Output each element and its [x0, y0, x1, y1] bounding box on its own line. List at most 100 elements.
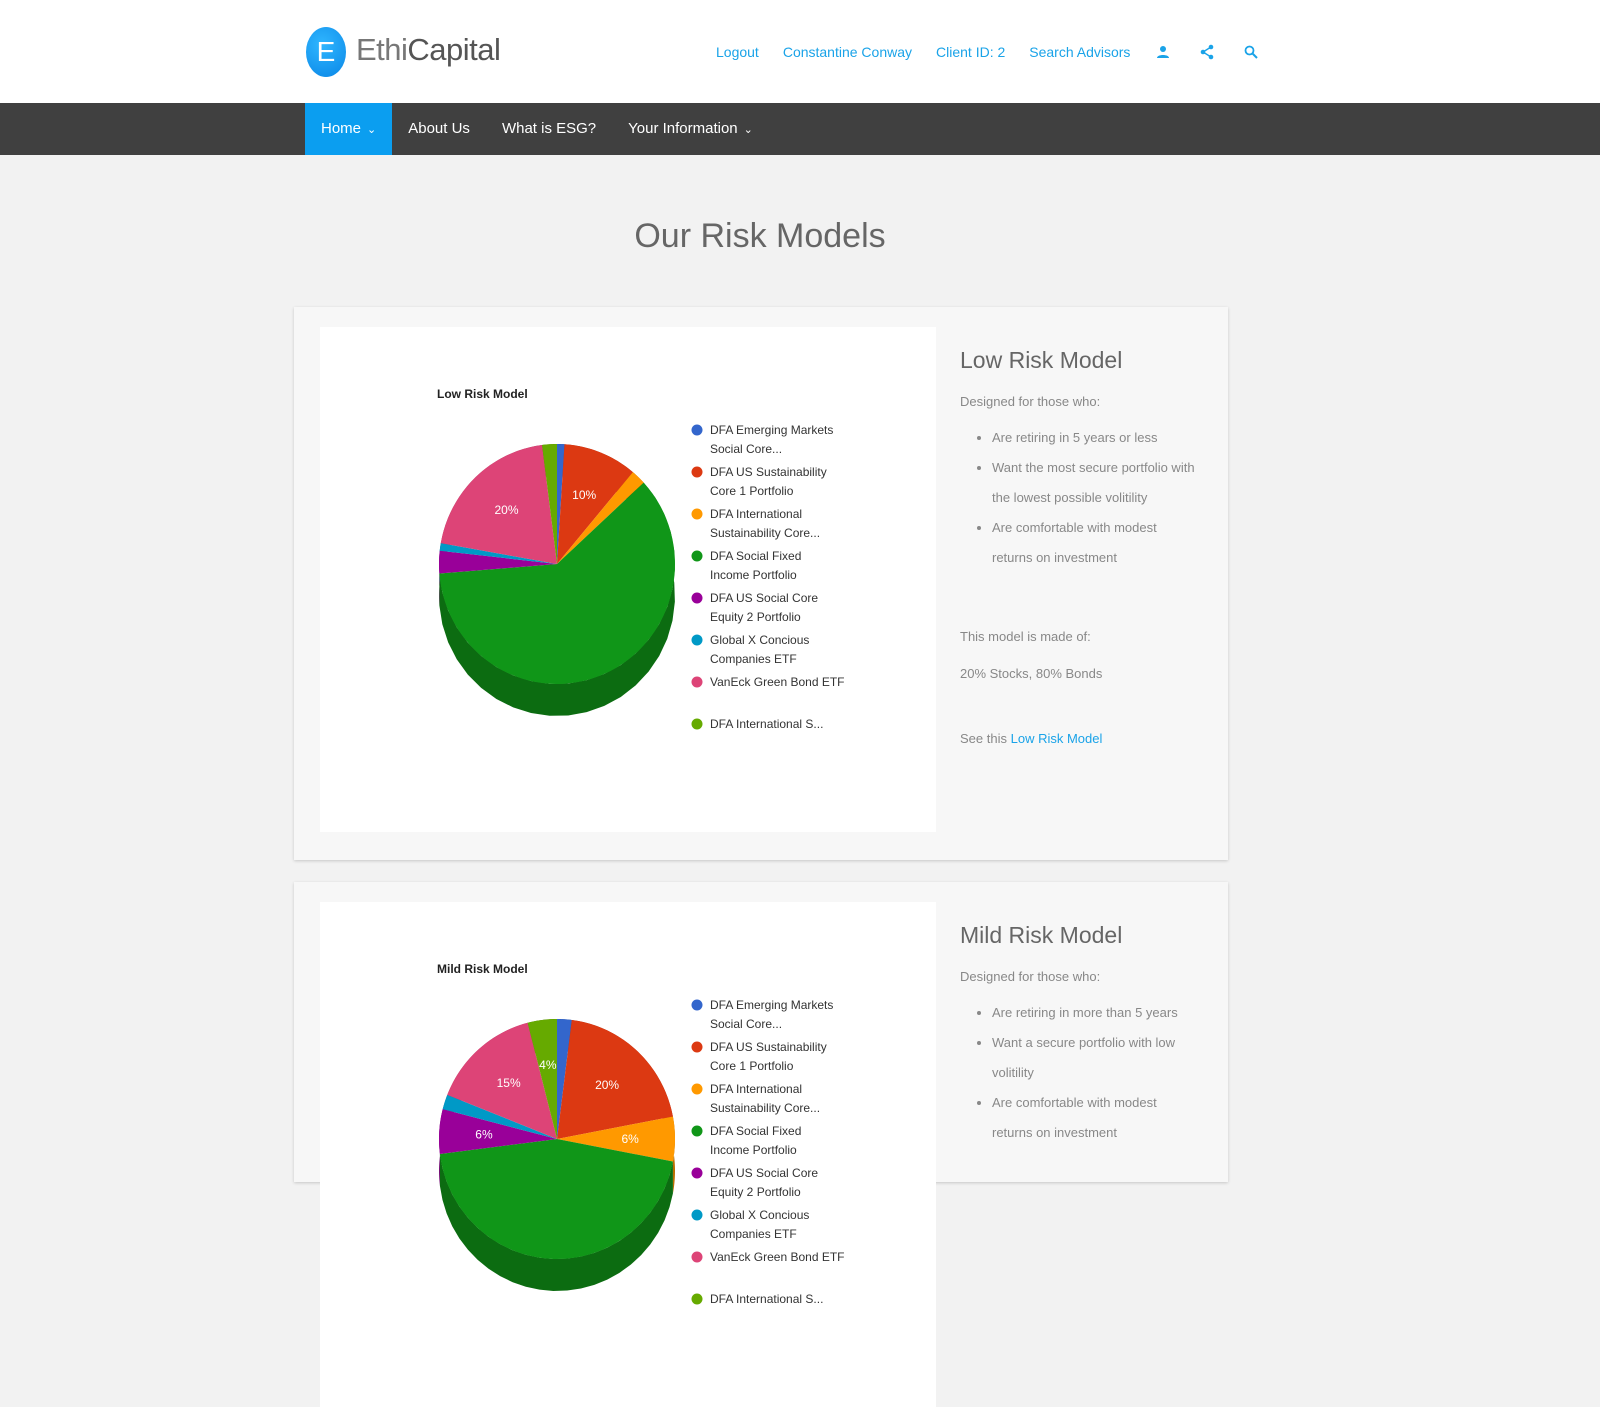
chart-title: Low Risk Model — [437, 387, 528, 401]
model-title: Mild Risk Model — [960, 922, 1123, 948]
designed-for-label: Designed for those who: — [960, 969, 1101, 984]
client-id-link[interactable]: Client ID: 2 — [936, 44, 1005, 60]
legend-label: Global X Concious — [710, 1208, 809, 1222]
legend-label: DFA International S... — [710, 717, 823, 731]
legend-label: DFA Social Fixed — [710, 1124, 801, 1138]
legend-label: Income Portfolio — [710, 1143, 797, 1157]
chevron-down-icon: ⌄ — [367, 124, 377, 136]
user-icon[interactable] — [1154, 43, 1172, 61]
legend-label: Equity 2 Portfolio — [710, 1185, 801, 1199]
slice-data-label: 4% — [539, 1058, 557, 1072]
list-item: Are comfortable with modest returns on i… — [992, 1088, 1200, 1148]
legend-label: DFA International — [710, 507, 802, 521]
logo-text-bold: Capital — [407, 32, 501, 67]
legend-label: DFA Social Fixed — [710, 549, 801, 563]
legend-label: Companies ETF — [710, 1227, 797, 1241]
list-item: Want the most secure portfolio with the … — [992, 453, 1200, 513]
slice-data-label: 6% — [475, 1127, 493, 1141]
legend-marker — [691, 592, 703, 604]
logo-text-light: Ethi — [356, 32, 408, 67]
legend-label: Social Core... — [710, 1017, 782, 1031]
criteria-list: Are retiring in 5 years or less Want the… — [960, 423, 1200, 573]
slice-data-label: 20% — [595, 1078, 619, 1092]
nav-item-what-is-esg[interactable]: What is ESG? — [486, 103, 612, 155]
low-risk-card: Low Risk Model 10% 20% DFA Emerging Markets… — [294, 307, 1228, 860]
mild-risk-pie-chart: Mild Risk Model 20% 6% 6% 15% 4% DFA Emerging … — [437, 962, 845, 1306]
user-name-link[interactable]: Constantine Conway — [783, 44, 912, 60]
legend-label: DFA US Sustainability — [710, 1040, 827, 1054]
legend-label: Core 1 Portfolio — [710, 1059, 794, 1073]
made-of-label: This model is made of: — [960, 629, 1091, 644]
slice-data-label: 20% — [494, 503, 518, 517]
nav-item-label: About Us — [408, 120, 470, 137]
legend-marker — [691, 424, 703, 436]
legend-marker — [691, 466, 703, 478]
legend-label: DFA US Social Core — [710, 591, 818, 605]
legend-label: VanEck Green Bond ETF — [710, 1250, 845, 1264]
legend-label: Global X Concious — [710, 633, 809, 647]
designed-for-label: Designed for those who: — [960, 394, 1101, 409]
legend-label: Income Portfolio — [710, 568, 797, 582]
low-risk-pie-chart: Low Risk Model 10% 20% DFA Emerging Markets… — [437, 387, 845, 731]
main-nav: Home ⌄ About Us What is ESG? Your Informa… — [0, 103, 1600, 155]
low-risk-chart: Low Risk Model 10% 20% DFA Emerging Markets… — [320, 327, 936, 832]
nav-item-your-information[interactable]: Your Information ⌄ — [612, 103, 769, 155]
legend-label: Companies ETF — [710, 652, 797, 666]
legend-marker — [691, 1293, 703, 1305]
site-header: E EthiCapital Logout Constantine Conway … — [0, 0, 1600, 103]
nav-item-home[interactable]: Home ⌄ — [305, 103, 393, 155]
see-low-risk-model-link[interactable]: Low Risk Model — [1011, 731, 1103, 746]
see-model-row: See this Low Risk Model — [960, 731, 1200, 746]
model-title: Low Risk Model — [960, 347, 1123, 373]
list-item: Are comfortable with modest returns on i… — [992, 513, 1200, 573]
chart-title: Mild Risk Model — [437, 962, 528, 976]
legend-label: DFA Emerging Markets — [710, 998, 833, 1012]
nav-item-label: What is ESG? — [501, 120, 597, 137]
legend-marker — [691, 1041, 703, 1053]
nav-item-label: Home — [321, 120, 362, 137]
legend-marker — [691, 676, 703, 688]
slice-data-label: 15% — [497, 1076, 521, 1090]
legend-label: DFA US Social Core — [710, 1166, 818, 1180]
see-prefix: See this — [960, 731, 1007, 746]
legend-label: Sustainability Core... — [710, 1101, 820, 1115]
mild-risk-details: Mild Risk Model Designed for those who: … — [960, 922, 1200, 1148]
logo[interactable]: EthiCapital — [356, 32, 501, 68]
legend-marker — [691, 1251, 703, 1263]
legend-marker — [691, 999, 703, 1011]
legend-marker — [691, 1209, 703, 1221]
chevron-down-icon: ⌄ — [743, 124, 753, 136]
logout-link[interactable]: Logout — [716, 44, 759, 60]
search-advisors-link[interactable]: Search Advisors — [1029, 44, 1130, 60]
logo-icon[interactable]: E — [306, 27, 346, 77]
list-item: Are retiring in more than 5 years — [992, 998, 1200, 1028]
legend-label: DFA US Sustainability — [710, 465, 827, 479]
slice-data-label: 10% — [572, 488, 596, 502]
list-item: Are retiring in 5 years or less — [992, 423, 1200, 453]
legend-marker — [691, 508, 703, 520]
legend-marker — [691, 1167, 703, 1179]
mild-risk-card: Mild Risk Model 20% 6% 6% 15% 4% DFA Emerging … — [294, 882, 1228, 1407]
slice-data-label: 6% — [621, 1132, 639, 1146]
legend-marker — [691, 718, 703, 730]
list-item: Want a secure portfolio with low volitil… — [992, 1028, 1200, 1088]
nav-item-label: Your Information — [628, 120, 738, 137]
mild-risk-chart: Mild Risk Model 20% 6% 6% 15% 4% DFA Emerging … — [320, 902, 936, 1407]
legend-label: DFA Emerging Markets — [710, 423, 833, 437]
made-of-value: 20% Stocks, 80% Bonds — [960, 666, 1103, 681]
legend-marker — [691, 1125, 703, 1137]
legend-label: Equity 2 Portfolio — [710, 610, 801, 624]
top-links: Logout Constantine Conway Client ID: 2 S… — [716, 43, 1286, 61]
low-risk-details: Low Risk Model Designed for those who: A… — [960, 347, 1200, 746]
legend-label: Social Core... — [710, 442, 782, 456]
nav-item-about-us[interactable]: About Us — [392, 103, 486, 155]
search-icon[interactable] — [1242, 43, 1260, 61]
legend-marker — [691, 1083, 703, 1095]
legend-marker — [691, 634, 703, 646]
legend-label: Core 1 Portfolio — [710, 484, 794, 498]
legend-label: Sustainability Core... — [710, 526, 820, 540]
legend-label: DFA International S... — [710, 1292, 823, 1306]
share-icon[interactable] — [1198, 43, 1216, 61]
criteria-list: Are retiring in more than 5 years Want a… — [960, 998, 1200, 1148]
legend-marker — [691, 550, 703, 562]
